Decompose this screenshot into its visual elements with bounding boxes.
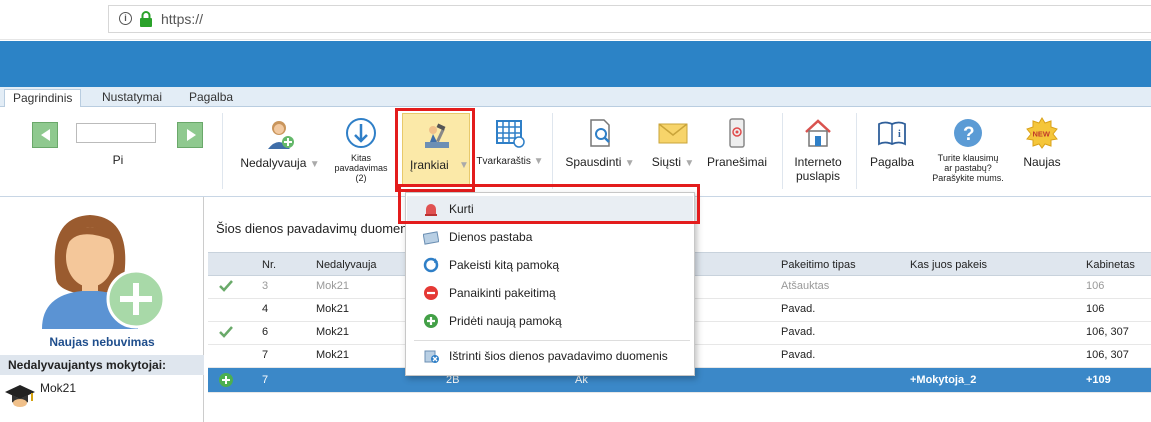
col-nedalyvauja[interactable]: Nedalyvauja [316, 259, 377, 271]
spausdinti-button[interactable]: Spausdinti ▼ [560, 117, 640, 171]
browser-toolbar: i https:// [0, 0, 1151, 40]
arrow-right-icon [187, 129, 196, 141]
date-input[interactable] [76, 123, 156, 143]
svg-text:i: i [898, 129, 901, 140]
col-kabinetas[interactable]: Kabinetas [1086, 259, 1135, 271]
highlight-frame [398, 184, 700, 224]
url-text: https:// [161, 11, 204, 27]
tab-pagalba[interactable]: Pagalba [181, 89, 241, 108]
pranesimai-button[interactable]: Pranešimai [702, 117, 772, 169]
delete-data-icon [424, 350, 439, 363]
kitas-pavadavimas-button[interactable]: Kitas pavadavimas (2) [334, 117, 388, 183]
book-info-icon: i [878, 121, 906, 146]
pagalba-button[interactable]: i Pagalba [862, 117, 922, 169]
note-icon [423, 231, 439, 245]
refresh-icon [423, 257, 439, 273]
feedback-button[interactable]: ? Turite klausimų ar pastabų? Parašykite… [924, 117, 1012, 183]
menu-separator [414, 340, 690, 341]
ribbon-separator [222, 113, 223, 189]
app-header-bar [0, 41, 1151, 87]
dropdown-arrow-icon[interactable]: ▼ [534, 156, 544, 167]
check-icon [219, 326, 233, 338]
person-add-icon [268, 121, 294, 149]
highlight-frame [395, 108, 475, 192]
arrow-down-circle-icon [346, 118, 376, 148]
col-kas[interactable]: Kas juos pakeis [910, 259, 987, 271]
envelope-icon [658, 123, 688, 144]
siusti-button[interactable]: Siųsti ▼ [645, 117, 701, 171]
prev-day-button[interactable] [32, 122, 58, 148]
tab-nustatymai[interactable]: Nustatymai [94, 89, 170, 108]
ribbon-separator [782, 113, 783, 189]
svg-text:?: ? [963, 124, 975, 145]
next-day-button[interactable] [177, 122, 203, 148]
dropdown-arrow-icon[interactable]: ▼ [310, 159, 320, 170]
print-preview-icon [590, 119, 610, 147]
ribbon-tabs: Pagrindinis Nustatymai Pagalba [0, 87, 1151, 108]
new-absence-title[interactable]: Naujas nebuvimas [0, 335, 204, 349]
minus-circle-icon [424, 286, 438, 300]
menu-item-pakeisti[interactable]: Pakeisti kitą pamoką [407, 252, 693, 278]
arrow-left-icon [41, 129, 50, 141]
question-icon: ? [954, 119, 982, 147]
home-icon [805, 119, 831, 147]
menu-item-istrinti[interactable]: Ištrinti šios dienos pavadavimo duomenis [407, 343, 693, 369]
menu-item-panaikinti[interactable]: Panaikinti pakeitimą [407, 280, 693, 306]
ribbon-separator [552, 113, 553, 189]
naujas-button[interactable]: NEW Naujas [1014, 117, 1070, 169]
nedalyvauja-button[interactable]: Nedalyvauja ▼ [236, 117, 324, 172]
tvarkarastis-button[interactable]: Tvarkaraštis ▼ [474, 117, 546, 169]
period-label: Pi [112, 153, 124, 167]
lock-icon [140, 11, 152, 27]
absent-teacher-item[interactable]: Mok21 [4, 381, 194, 413]
phone-icon [729, 118, 745, 148]
new-badge-icon: NEW [1026, 117, 1058, 149]
plus-circle-icon [219, 373, 233, 387]
menu-item-dienos-pastaba[interactable]: Dienos pastaba [407, 224, 693, 250]
tab-pagrindinis[interactable]: Pagrindinis [4, 89, 82, 108]
page-title: Šios dienos pavadavimų duomeny [216, 221, 415, 236]
col-nr[interactable]: Nr. [262, 259, 276, 271]
dropdown-arrow-icon[interactable]: ▼ [625, 158, 635, 169]
calendar-grid-icon [496, 120, 525, 148]
left-panel: Naujas nebuvimas Nedalyvaujantys mokytoj… [0, 197, 204, 422]
plus-circle-icon [424, 314, 438, 328]
check-icon [219, 280, 233, 292]
person-add-icon [42, 215, 166, 329]
graduation-cap-icon [5, 385, 35, 407]
new-absence-avatar[interactable] [28, 207, 168, 332]
menu-item-prideti[interactable]: Pridėti naują pamoką [407, 308, 693, 334]
interneto-puslapis-button[interactable]: Interneto puslapis [786, 117, 850, 183]
dropdown-arrow-icon[interactable]: ▼ [684, 158, 694, 169]
svg-text:NEW: NEW [1033, 130, 1051, 139]
ribbon-separator [856, 113, 857, 189]
address-bar[interactable]: i https:// [108, 5, 1151, 33]
info-icon[interactable]: i [119, 12, 132, 25]
absent-teachers-header: Nedalyvaujantys mokytojai: [0, 355, 204, 375]
col-tipas[interactable]: Pakeitimo tipas [781, 259, 856, 271]
